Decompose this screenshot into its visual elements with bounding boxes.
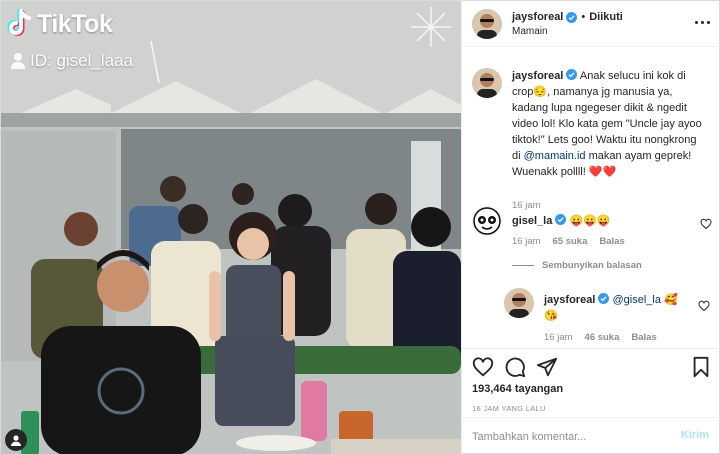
reply-body: jaysforeal @gisel_la 🥰😘 — [544, 292, 690, 324]
comment-text: 😛😛😛 — [569, 215, 611, 227]
verified-icon — [566, 69, 578, 80]
comment-meta: 16 jam 65 suka Balas — [512, 236, 625, 247]
reply-likes[interactable]: 46 suka — [585, 332, 620, 343]
post-actions: 193,464 tayangan 16 JAM YANG LALU — [462, 348, 720, 416]
caption-username[interactable]: jaysforeal — [512, 70, 563, 82]
post-comment-button[interactable]: Kirim — [681, 429, 709, 441]
caption-meta: 16 jam — [512, 200, 541, 211]
comment-like-icon[interactable] — [700, 218, 712, 230]
tiktok-id-text: ID: gisel_laaa — [30, 51, 134, 70]
hide-replies-button[interactable]: Sembunyikan balasan — [512, 260, 642, 271]
location-link[interactable]: Mamain — [512, 26, 548, 37]
avatar[interactable] — [472, 9, 502, 39]
tiktok-user-id: ID: gisel_laaa — [11, 51, 133, 71]
comments-section: jaysforeal Anak selucu ini kok di crop😔,… — [462, 48, 720, 348]
following-button[interactable]: Diikuti — [589, 11, 623, 23]
caption-mention-link[interactable]: @mamain.id — [524, 150, 586, 162]
post-header: jaysforeal • Diikuti Mamain — [462, 1, 720, 47]
header-username-row: jaysforeal • Diikuti — [512, 11, 623, 23]
person-icon — [11, 53, 25, 69]
comment-username[interactable]: gisel_la — [512, 215, 552, 227]
avatar[interactable] — [472, 68, 502, 98]
instagram-post: TikTok ID: gisel_laaa jaysforeal • Diiku… — [0, 0, 720, 454]
comment-likes[interactable]: 65 suka — [553, 236, 588, 247]
verified-icon — [566, 11, 578, 23]
reply-mention-link[interactable]: @gisel_la — [613, 294, 661, 306]
more-options-icon[interactable] — [693, 13, 711, 31]
header-username[interactable]: jaysforeal — [512, 11, 563, 23]
reply-meta: 16 jam 46 suka Balas — [544, 332, 657, 343]
post-timestamp[interactable]: 16 JAM YANG LALU — [472, 404, 546, 413]
bookmark-icon[interactable] — [690, 356, 712, 378]
caption-body: jaysforeal Anak selucu ini kok di crop😔,… — [512, 68, 708, 180]
heart-icon[interactable] — [472, 356, 494, 378]
post-sidebar: jaysforeal • Diikuti Mamain jaysforeal A… — [461, 1, 720, 454]
verified-icon — [598, 293, 610, 304]
comment-input[interactable] — [472, 428, 662, 446]
tiktok-note-icon — [7, 8, 33, 39]
view-count[interactable]: 193,464 tayangan — [472, 383, 563, 395]
reply-reply-button[interactable]: Balas — [631, 332, 656, 343]
reply-like-icon[interactable] — [698, 300, 710, 312]
share-icon[interactable] — [536, 356, 558, 378]
hide-replies-label: Sembunyikan balasan — [542, 260, 642, 271]
avatar[interactable] — [504, 288, 534, 318]
comment-time[interactable]: 16 jam — [512, 236, 541, 247]
separator-dot: • — [581, 11, 586, 23]
caption-time[interactable]: 16 jam — [512, 200, 541, 211]
tiktok-watermark: TikTok — [7, 8, 113, 39]
comment-reply-button[interactable]: Balas — [599, 236, 624, 247]
reply-username[interactable]: jaysforeal — [544, 294, 595, 306]
caption-text: Anak selucu ini kok di crop😔, namanya jg… — [512, 70, 702, 162]
reply-time[interactable]: 16 jam — [544, 332, 573, 343]
avatar[interactable] — [472, 206, 502, 236]
verified-icon — [555, 214, 567, 225]
video-player[interactable]: TikTok ID: gisel_laaa — [1, 1, 461, 454]
add-comment-form: Kirim — [462, 417, 720, 454]
user-tag-icon[interactable] — [5, 429, 27, 451]
comment-icon[interactable] — [504, 356, 526, 378]
divider — [512, 265, 534, 266]
tiktok-logo-text: TikTok — [37, 9, 113, 38]
comment-body: gisel_la 😛😛😛 — [512, 213, 708, 229]
